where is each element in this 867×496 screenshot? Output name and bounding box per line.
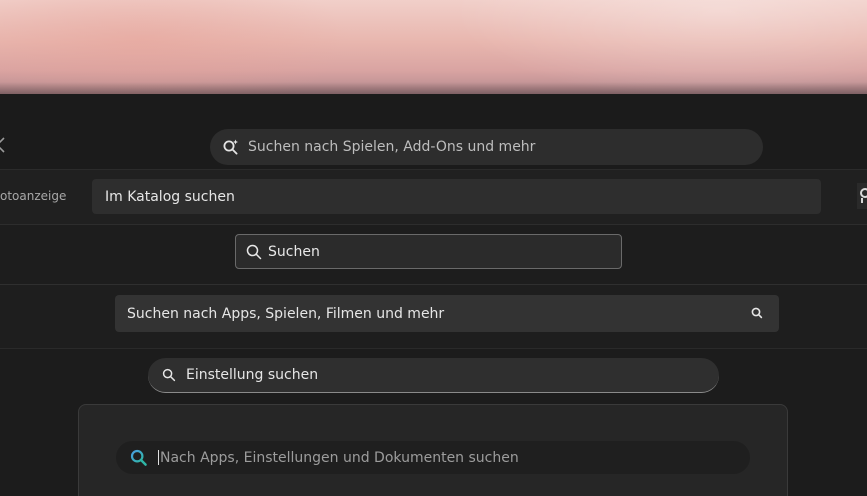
start-search-placeholder: Nach Apps, Einstellungen und Dokumenten … [160, 449, 519, 466]
back-icon[interactable] [0, 135, 6, 155]
catalog-search-input[interactable]: Im Katalog suchen [92, 179, 821, 214]
xbox-search-bar[interactable]: Suchen nach Spielen, Add-Ons und mehr [210, 129, 763, 165]
xbox-search-placeholder: Suchen nach Spielen, Add-Ons und mehr [248, 139, 536, 155]
catalog-search-text: Im Katalog suchen [105, 188, 235, 205]
text-caret [158, 450, 159, 465]
store-search-input[interactable]: Suchen nach Apps, Spielen, Filmen und me… [115, 295, 779, 332]
search-icon [162, 368, 176, 382]
generic-search-input[interactable]: Suchen [235, 234, 622, 269]
settings-search-input[interactable]: Einstellung suchen [148, 358, 719, 393]
chevron-left-icon [0, 137, 5, 153]
screen: Suchen nach Spielen, Add-Ons und mehr ot… [0, 0, 867, 496]
store-search-placeholder: Suchen nach Apps, Spielen, Filmen und me… [127, 305, 445, 322]
search-color-icon [130, 449, 148, 467]
generic-search-text: Suchen [268, 243, 320, 260]
cropped-edge-icon [857, 183, 867, 209]
settings-search-placeholder: Einstellung suchen [186, 367, 319, 383]
desktop-wallpaper [0, 0, 867, 94]
search-icon [246, 244, 262, 260]
photos-sidebar-label[interactable]: otoanzeige [0, 189, 66, 203]
start-search-input[interactable]: Nach Apps, Einstellungen und Dokumenten … [116, 441, 750, 474]
search-sparkle-icon [222, 138, 240, 156]
search-icon[interactable] [749, 305, 765, 321]
